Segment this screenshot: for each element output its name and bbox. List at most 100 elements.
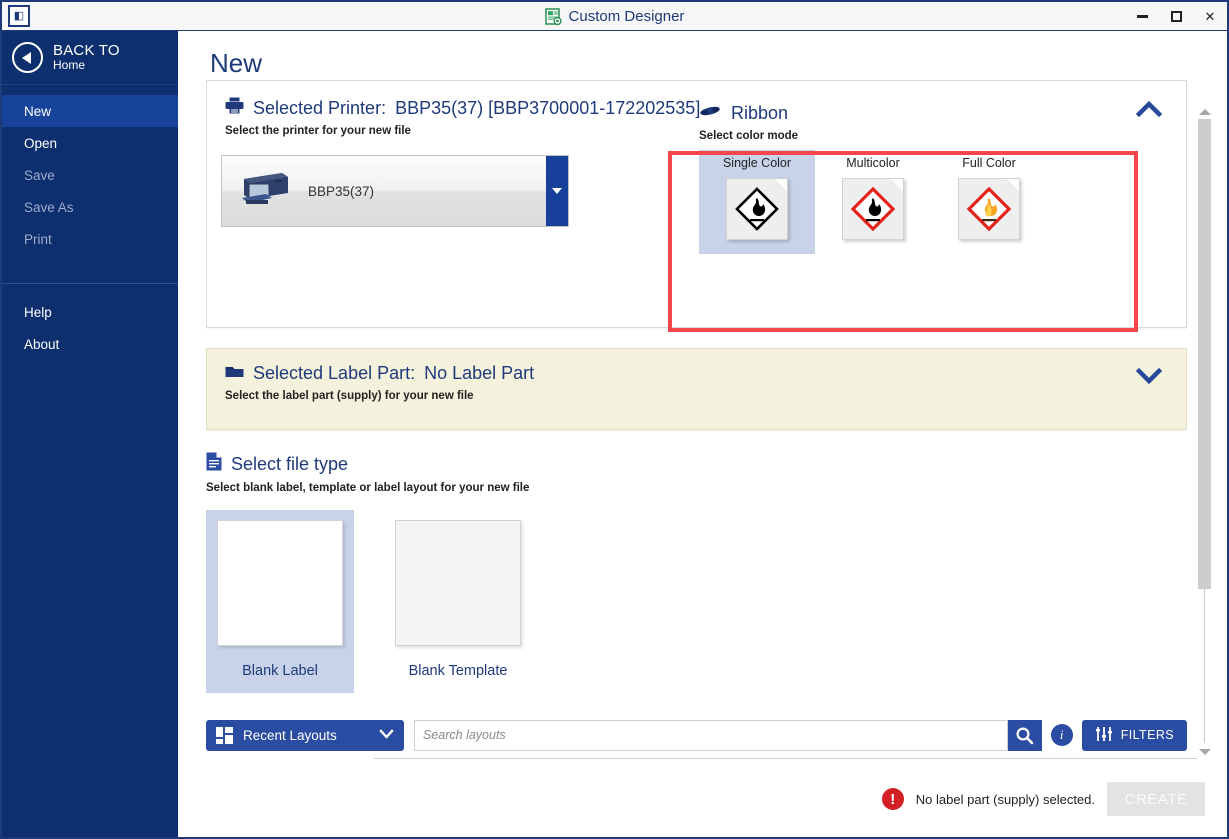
status-bar: ! No label part (supply) selected. CREAT… [178,761,1227,837]
scroll-down-arrow[interactable] [1199,749,1211,755]
ribbon-subtitle: Select color mode [699,130,1047,142]
sidebar-item-new-label: New [24,104,51,119]
page-title: New [210,48,262,79]
color-mode-multicolor[interactable]: Multicolor [815,150,931,254]
content-area: New Se [178,31,1227,837]
back-to-home-labels: BACK TO Home [53,43,120,72]
sidebar-spacer-2 [2,284,178,296]
label-part-title-prefix: Selected Label Part: [253,363,415,384]
error-icon: ! [882,788,904,810]
app-system-glyph: ◧ [14,11,24,22]
minimize-button[interactable] [1125,2,1159,31]
window-controls: ✕ [1125,2,1227,31]
printer-icon [225,97,244,119]
search-input-placeholder: Search layouts [423,728,506,742]
layouts-toolbar: Recent Layouts Search layouts i [206,719,1187,751]
printer-dropdown-main: BBP35(37) [222,156,546,226]
blank-template-thumbnail [395,520,521,646]
blank-label-tile-label: Blank Label [206,663,354,679]
sidebar-item-new[interactable]: New [2,95,178,127]
back-arrow-icon [12,42,43,73]
close-button[interactable]: ✕ [1193,2,1227,31]
sidebar-item-print[interactable]: Print [2,223,178,255]
ribbon-panel: Ribbon Select color mode Single Color [699,103,1047,254]
file-type-section: Select file type Select blank label, tem… [206,452,1187,693]
window-title-group: Custom Designer [2,2,1227,31]
color-mode-multicolor-thumb [842,178,904,240]
maximize-button[interactable] [1159,2,1193,31]
chevron-up-icon [1134,99,1164,119]
sidebar-item-save-as-label: Save As [24,200,74,215]
vertical-scrollbar[interactable] [1198,109,1213,755]
ghs-flame-color-icon [966,186,1012,232]
back-to-title: BACK TO [53,43,120,59]
color-mode-single-color-thumb [726,178,788,240]
file-type-tile-blank-label[interactable]: Blank Label [206,510,354,693]
back-arrow-glyph [22,52,31,64]
color-mode-options: Single Color Multicol [699,150,1047,254]
sidebar-item-open[interactable]: Open [2,127,178,159]
sidebar-item-help[interactable]: Help [2,296,178,328]
back-to-home-button[interactable]: BACK TO Home [2,31,178,85]
sliders-icon [1095,726,1113,745]
search-button[interactable] [1008,720,1042,751]
file-icon [206,452,222,476]
label-part-section-title: Selected Label Part: No Label Part [225,363,1168,384]
printer-dropdown-toggle[interactable] [546,156,568,226]
blank-label-thumbnail [217,520,343,646]
sidebar-item-save[interactable]: Save [2,159,178,191]
label-part-icon [225,363,244,384]
color-mode-single-color[interactable]: Single Color [699,150,815,254]
status-divider [374,758,1197,759]
printer-section-collapse-button[interactable] [1134,99,1164,121]
color-mode-full-color-thumb [958,178,1020,240]
back-to-subtitle: Home [53,59,120,72]
blank-template-tile-label: Blank Template [384,663,532,679]
file-type-title-row: Select file type [206,452,1187,476]
label-part-section-expand-button[interactable] [1134,365,1164,387]
chevron-down-icon [379,728,394,742]
printer-dropdown[interactable]: BBP35(37) [221,155,569,227]
chevron-down-icon [552,188,562,194]
recent-layouts-label: Recent Layouts [243,728,369,743]
file-type-title: Select file type [231,454,348,475]
info-icon: i [1060,727,1064,743]
minimize-icon [1137,15,1148,18]
selected-printer-card: Selected Printer: BBP35(37) [BBP3700001-… [206,80,1187,328]
close-icon: ✕ [1205,9,1216,25]
search-input[interactable]: Search layouts [414,720,1008,751]
color-mode-full-color-label: Full Color [931,156,1047,170]
ghs-flame-black-icon [734,186,780,232]
filters-label: FILTERS [1121,728,1174,742]
printer-title-prefix: Selected Printer: [253,98,386,119]
sidebar-item-save-label: Save [24,168,55,183]
scroll-up-arrow[interactable] [1199,109,1211,115]
sidebar: BACK TO Home New Open Save Save As Print… [2,31,178,837]
chevron-down-icon [1134,365,1164,385]
color-mode-full-color[interactable]: Full Color [931,150,1047,254]
color-mode-multicolor-label: Multicolor [815,156,931,170]
ribbon-title-row: Ribbon [699,103,1047,124]
scroll-content: Selected Printer: BBP35(37) [BBP3700001-… [206,80,1187,754]
search-icon [1015,726,1034,745]
recent-layouts-dropdown[interactable]: Recent Layouts [206,720,404,751]
maximize-icon [1171,11,1182,22]
document-gear-icon [545,8,562,25]
label-part-section-header: Selected Label Part: No Label Part Selec… [207,349,1186,402]
sidebar-item-about[interactable]: About [2,328,178,360]
file-type-tile-blank-template[interactable]: Blank Template [384,510,532,693]
printer-dropdown-value: BBP35(37) [308,184,374,199]
create-button[interactable]: CREATE [1107,782,1205,816]
file-type-tiles: Blank Label Blank Template [206,510,1187,693]
sidebar-item-about-label: About [24,337,59,352]
sidebar-item-help-label: Help [24,305,52,320]
scrollbar-thumb[interactable] [1198,119,1211,589]
application-window: ◧ Custom Designer ✕ [0,0,1229,839]
sidebar-item-save-as[interactable]: Save As [2,191,178,223]
label-part-section-subtitle: Select the label part (supply) for your … [225,390,1168,402]
file-type-subtitle: Select blank label, template or label la… [206,482,1187,494]
app-system-icon[interactable]: ◧ [8,5,30,27]
info-button[interactable]: i [1051,724,1073,746]
ribbon-title: Ribbon [731,103,788,124]
filters-button[interactable]: FILTERS [1082,720,1187,751]
